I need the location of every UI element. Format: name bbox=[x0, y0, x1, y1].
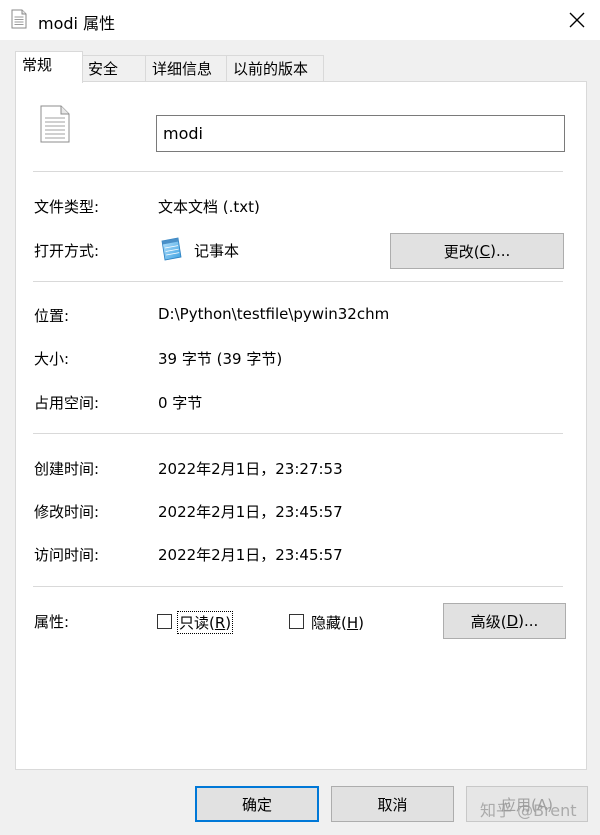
text-document-icon bbox=[40, 105, 70, 143]
cancel-button[interactable]: 取消 bbox=[331, 786, 454, 822]
size-label: 大小: bbox=[34, 350, 70, 368]
tab-previous-versions-label: 以前的版本 bbox=[233, 60, 309, 78]
advanced-button[interactable]: 高级(D)... bbox=[443, 603, 566, 639]
file-name-input[interactable] bbox=[156, 115, 565, 152]
opens-with-value: 记事本 bbox=[194, 242, 240, 260]
size-on-disk-label: 占用空间: bbox=[34, 394, 100, 412]
location-label: 位置: bbox=[34, 307, 70, 325]
tab-details[interactable]: 详细信息 bbox=[145, 55, 228, 83]
separator bbox=[33, 171, 563, 172]
readonly-checkbox[interactable] bbox=[157, 614, 172, 629]
ok-button-label: 确定 bbox=[241, 795, 272, 814]
general-panel bbox=[15, 81, 587, 770]
change-button-label: 更改( bbox=[443, 242, 480, 261]
notepad-icon bbox=[161, 237, 182, 261]
ok-button[interactable]: 确定 bbox=[195, 786, 319, 822]
tab-security[interactable]: 安全 bbox=[81, 55, 147, 83]
accessed-label: 访问时间: bbox=[34, 546, 100, 564]
advanced-button-hotkey: D bbox=[506, 612, 519, 630]
change-button-suffix: )... bbox=[490, 242, 511, 260]
size-on-disk-value: 0 字节 bbox=[158, 394, 203, 412]
modified-label: 修改时间: bbox=[34, 503, 100, 521]
text-file-icon bbox=[11, 9, 27, 29]
advanced-button-label: 高级( bbox=[470, 612, 507, 631]
watermark-text: 知乎 @Brent bbox=[480, 801, 577, 820]
tab-general-label: 常规 bbox=[22, 56, 53, 74]
created-value: 2022年2月1日，23:27:53 bbox=[158, 460, 343, 478]
tab-previous-versions[interactable]: 以前的版本 bbox=[226, 55, 324, 83]
close-button[interactable] bbox=[560, 4, 594, 36]
created-label: 创建时间: bbox=[34, 460, 100, 478]
tab-security-label: 安全 bbox=[88, 60, 119, 78]
tab-general[interactable]: 常规 bbox=[15, 51, 83, 83]
separator bbox=[33, 281, 563, 282]
opens-with-label: 打开方式: bbox=[34, 242, 100, 260]
change-button-hotkey: C bbox=[479, 242, 491, 260]
attributes-label: 属性: bbox=[34, 613, 70, 631]
accessed-value: 2022年2月1日，23:45:57 bbox=[158, 546, 343, 564]
location-value: D:\Python\testfile\pywin32chm bbox=[158, 305, 390, 323]
title-bar: modi 属性 bbox=[0, 0, 600, 40]
advanced-button-suffix: )... bbox=[518, 612, 539, 630]
modified-value: 2022年2月1日，23:45:57 bbox=[158, 503, 343, 521]
close-icon bbox=[569, 12, 585, 28]
hidden-checkbox-label[interactable]: 隐藏(H) bbox=[311, 612, 364, 633]
separator bbox=[33, 586, 563, 587]
window-title: modi 属性 bbox=[38, 14, 116, 33]
separator bbox=[33, 433, 563, 434]
hidden-checkbox[interactable] bbox=[289, 614, 304, 629]
file-type-label: 文件类型: bbox=[34, 198, 100, 216]
size-value: 39 字节 (39 字节) bbox=[158, 350, 283, 368]
file-type-value: 文本文档 (.txt) bbox=[158, 198, 260, 216]
change-button[interactable]: 更改(C)... bbox=[390, 233, 564, 269]
readonly-checkbox-label[interactable]: 只读(R) bbox=[176, 611, 234, 634]
tab-details-label: 详细信息 bbox=[152, 60, 213, 78]
cancel-button-label: 取消 bbox=[377, 795, 408, 814]
